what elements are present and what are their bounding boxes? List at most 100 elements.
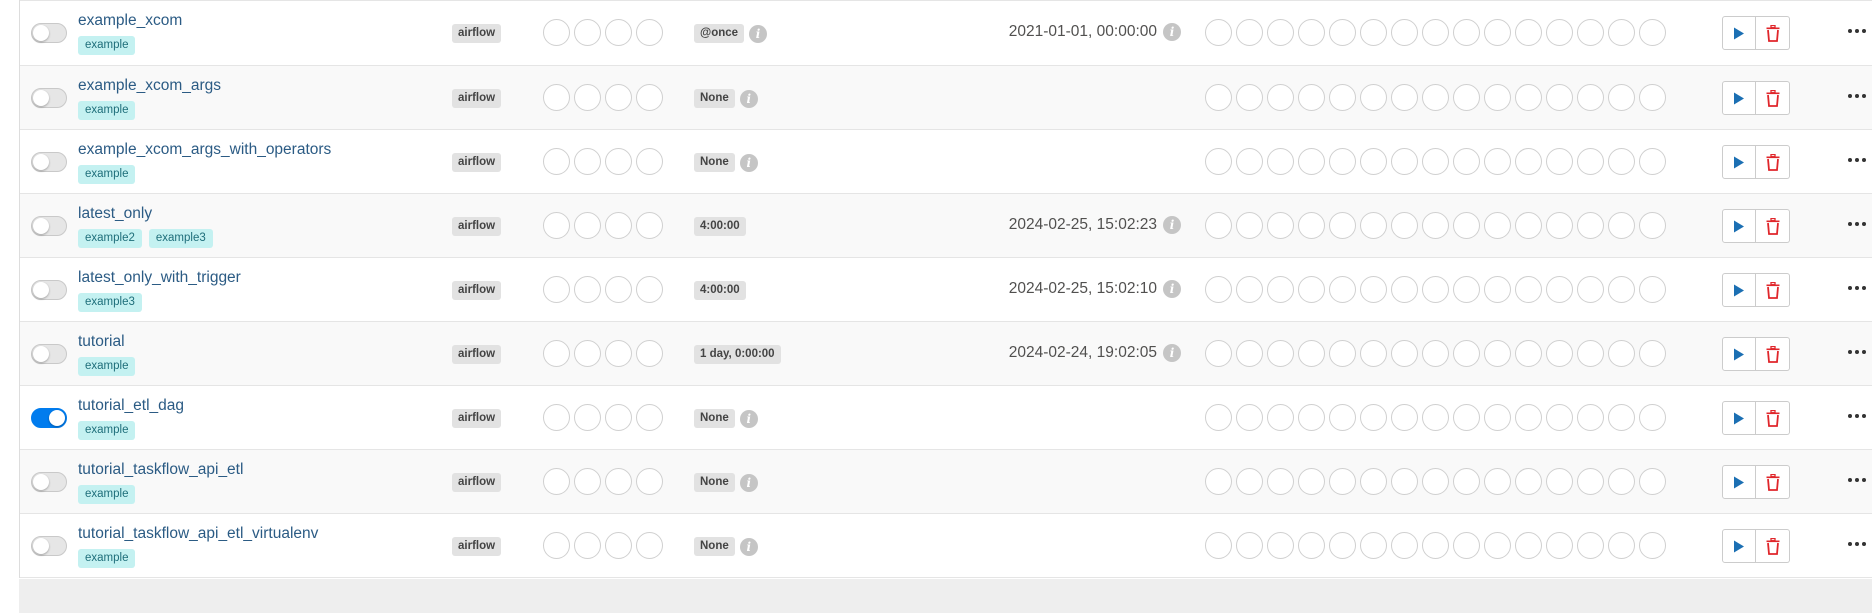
info-icon[interactable]: i [739, 537, 758, 556]
more-options-icon[interactable] [1846, 280, 1868, 296]
task-state-circle[interactable] [1391, 212, 1418, 239]
task-state-circle[interactable] [1298, 276, 1325, 303]
owner-badge[interactable]: airflow [452, 409, 502, 428]
task-state-circle[interactable] [1546, 276, 1573, 303]
task-state-circle[interactable] [1298, 532, 1325, 559]
task-state-circle[interactable] [1484, 532, 1511, 559]
task-state-circle[interactable] [1205, 468, 1232, 495]
pause-toggle[interactable] [31, 536, 67, 556]
task-state-circle[interactable] [1484, 212, 1511, 239]
run-state-circle[interactable] [605, 276, 632, 303]
task-state-circle[interactable] [1205, 340, 1232, 367]
task-state-circle[interactable] [1608, 19, 1635, 46]
owner-badge[interactable]: airflow [452, 24, 502, 43]
task-state-circle[interactable] [1360, 340, 1387, 367]
delete-dag-button[interactable] [1756, 16, 1790, 50]
trigger-dag-button[interactable] [1722, 465, 1756, 499]
owner-badge[interactable]: airflow [452, 345, 502, 364]
tag-badge[interactable]: example [78, 36, 136, 55]
pause-toggle[interactable] [31, 472, 67, 492]
run-state-circle[interactable] [574, 212, 601, 239]
trigger-dag-button[interactable] [1722, 16, 1756, 50]
task-state-circle[interactable] [1484, 404, 1511, 431]
info-icon[interactable]: i [1163, 23, 1181, 41]
task-state-circle[interactable] [1236, 84, 1263, 111]
run-state-circle[interactable] [574, 148, 601, 175]
task-state-circle[interactable] [1639, 212, 1666, 239]
tag-badge[interactable]: example [78, 549, 136, 568]
task-state-circle[interactable] [1639, 84, 1666, 111]
task-state-circle[interactable] [1515, 84, 1542, 111]
run-state-circle[interactable] [543, 19, 570, 46]
task-state-circle[interactable] [1329, 212, 1356, 239]
run-state-circle[interactable] [636, 212, 663, 239]
owner-badge[interactable]: airflow [452, 217, 502, 236]
dag-id-link[interactable]: example_xcom_args_with_operators [78, 141, 331, 159]
run-state-circle[interactable] [543, 212, 570, 239]
trigger-dag-button[interactable] [1722, 529, 1756, 563]
dag-id-link[interactable]: tutorial_taskflow_api_etl [78, 461, 243, 479]
owner-badge[interactable]: airflow [452, 89, 502, 108]
run-state-circle[interactable] [605, 148, 632, 175]
task-state-circle[interactable] [1298, 84, 1325, 111]
task-state-circle[interactable] [1515, 468, 1542, 495]
task-state-circle[interactable] [1205, 532, 1232, 559]
task-state-circle[interactable] [1205, 148, 1232, 175]
delete-dag-button[interactable] [1756, 145, 1790, 179]
task-state-circle[interactable] [1236, 340, 1263, 367]
task-state-circle[interactable] [1329, 19, 1356, 46]
task-state-circle[interactable] [1639, 276, 1666, 303]
task-state-circle[interactable] [1453, 19, 1480, 46]
info-icon[interactable]: i [739, 473, 758, 492]
pause-toggle[interactable] [31, 280, 67, 300]
task-state-circle[interactable] [1236, 468, 1263, 495]
pause-toggle[interactable] [31, 23, 67, 43]
task-state-circle[interactable] [1639, 468, 1666, 495]
info-icon[interactable]: i [739, 409, 758, 428]
task-state-circle[interactable] [1298, 148, 1325, 175]
more-options-icon[interactable] [1846, 23, 1868, 39]
task-state-circle[interactable] [1639, 148, 1666, 175]
task-state-circle[interactable] [1205, 19, 1232, 46]
task-state-circle[interactable] [1267, 340, 1294, 367]
task-state-circle[interactable] [1608, 84, 1635, 111]
task-state-circle[interactable] [1360, 468, 1387, 495]
run-state-circle[interactable] [543, 340, 570, 367]
task-state-circle[interactable] [1267, 468, 1294, 495]
last-run-time[interactable]: 2024-02-25, 15:02:23 [1009, 216, 1157, 234]
pause-toggle[interactable] [31, 88, 67, 108]
task-state-circle[interactable] [1608, 148, 1635, 175]
last-run-time[interactable]: 2021-01-01, 00:00:00 [1009, 23, 1157, 41]
task-state-circle[interactable] [1391, 84, 1418, 111]
run-state-circle[interactable] [605, 19, 632, 46]
run-state-circle[interactable] [636, 19, 663, 46]
run-state-circle[interactable] [574, 19, 601, 46]
run-state-circle[interactable] [605, 340, 632, 367]
task-state-circle[interactable] [1515, 340, 1542, 367]
task-state-circle[interactable] [1515, 212, 1542, 239]
task-state-circle[interactable] [1236, 404, 1263, 431]
task-state-circle[interactable] [1329, 84, 1356, 111]
dag-id-link[interactable]: latest_only [78, 205, 152, 223]
tag-badge[interactable]: example [78, 357, 136, 376]
task-state-circle[interactable] [1577, 404, 1604, 431]
run-state-circle[interactable] [636, 532, 663, 559]
run-state-circle[interactable] [636, 276, 663, 303]
task-state-circle[interactable] [1546, 468, 1573, 495]
task-state-circle[interactable] [1453, 276, 1480, 303]
task-state-circle[interactable] [1546, 148, 1573, 175]
more-options-icon[interactable] [1846, 472, 1868, 488]
info-icon[interactable]: i [1163, 216, 1181, 234]
task-state-circle[interactable] [1391, 340, 1418, 367]
task-state-circle[interactable] [1484, 276, 1511, 303]
task-state-circle[interactable] [1391, 532, 1418, 559]
task-state-circle[interactable] [1546, 212, 1573, 239]
task-state-circle[interactable] [1608, 276, 1635, 303]
task-state-circle[interactable] [1608, 532, 1635, 559]
task-state-circle[interactable] [1639, 532, 1666, 559]
task-state-circle[interactable] [1267, 404, 1294, 431]
run-state-circle[interactable] [636, 84, 663, 111]
dag-id-link[interactable]: latest_only_with_trigger [78, 269, 241, 287]
task-state-circle[interactable] [1422, 404, 1449, 431]
task-state-circle[interactable] [1577, 468, 1604, 495]
